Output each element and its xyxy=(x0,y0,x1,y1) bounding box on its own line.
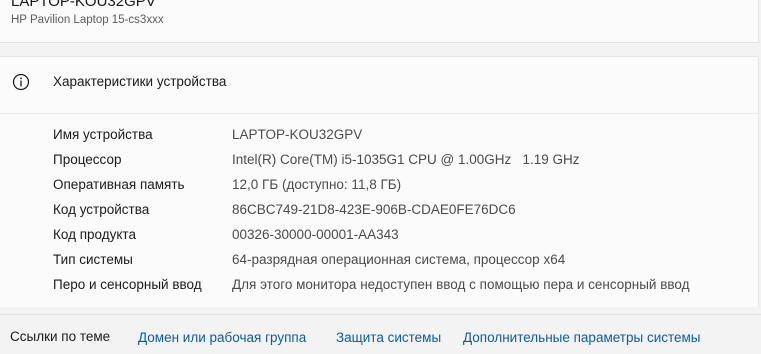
spec-label: Код устройства xyxy=(53,202,150,217)
device-specs-title: Характеристики устройства xyxy=(53,74,227,89)
spec-label: Процессор xyxy=(53,152,122,167)
spec-row-ram: Оперативная память 12,0 ГБ (доступно: 11… xyxy=(0,173,758,198)
spec-row-product-id: Код продукта 00326-30000-00001-AA343 xyxy=(0,223,758,248)
spec-row-device-id: Код устройства 86CBC749-21D8-423E-906B-C… xyxy=(0,198,758,223)
device-specs-list: Имя устройства LAPTOP-KOU32GPV Процессор… xyxy=(0,113,759,307)
spec-value: 00326-30000-00001-AA343 xyxy=(232,227,399,242)
spec-row-system-type: Тип системы 64-разрядная операционная си… xyxy=(0,248,758,273)
advanced-system-settings-link[interactable]: Дополнительные параметры системы xyxy=(463,330,701,345)
info-icon xyxy=(12,73,30,91)
spec-value: Для этого монитора недоступен ввод с пом… xyxy=(232,277,690,292)
spec-label: Код продукта xyxy=(53,227,136,242)
spec-value: 86CBC749-21D8-423E-906B-CDAE0FE76DC6 xyxy=(232,202,516,217)
spec-label: Перо и сенсорный ввод xyxy=(53,277,202,292)
spec-value: 64-разрядная операционная система, проце… xyxy=(232,252,566,267)
spec-value: 12,0 ГБ (доступно: 11,8 ГБ) xyxy=(232,177,402,192)
spec-value: LAPTOP-KOU32GPV xyxy=(232,127,363,142)
related-links-title: Ссылки по теме xyxy=(10,329,111,344)
spec-label: Тип системы xyxy=(53,252,133,267)
device-specs-header[interactable]: Характеристики устройства xyxy=(0,56,759,113)
device-name-card: LAPTOP-KOU32GPV HP Pavilion Laptop 15-cs… xyxy=(0,0,759,43)
system-protection-link[interactable]: Защита системы xyxy=(336,330,441,345)
spec-label: Имя устройства xyxy=(53,127,153,142)
spec-label: Оперативная память xyxy=(53,177,185,192)
spec-row-device-name: Имя устройства LAPTOP-KOU32GPV xyxy=(0,123,758,148)
related-links-bar: Ссылки по теме Домен или рабочая группа … xyxy=(0,314,761,354)
device-model: HP Pavilion Laptop 15-cs3xxx xyxy=(11,14,164,26)
spec-value: Intel(R) Core(TM) i5-1035G1 CPU @ 1.00GH… xyxy=(232,152,580,167)
device-name: LAPTOP-KOU32GPV xyxy=(11,0,156,10)
spec-row-processor: Процессор Intel(R) Core(TM) i5-1035G1 CP… xyxy=(0,148,758,173)
domain-workgroup-link[interactable]: Домен или рабочая группа xyxy=(138,330,306,345)
spec-row-pen-touch: Перо и сенсорный ввод Для этого монитора… xyxy=(0,273,758,298)
